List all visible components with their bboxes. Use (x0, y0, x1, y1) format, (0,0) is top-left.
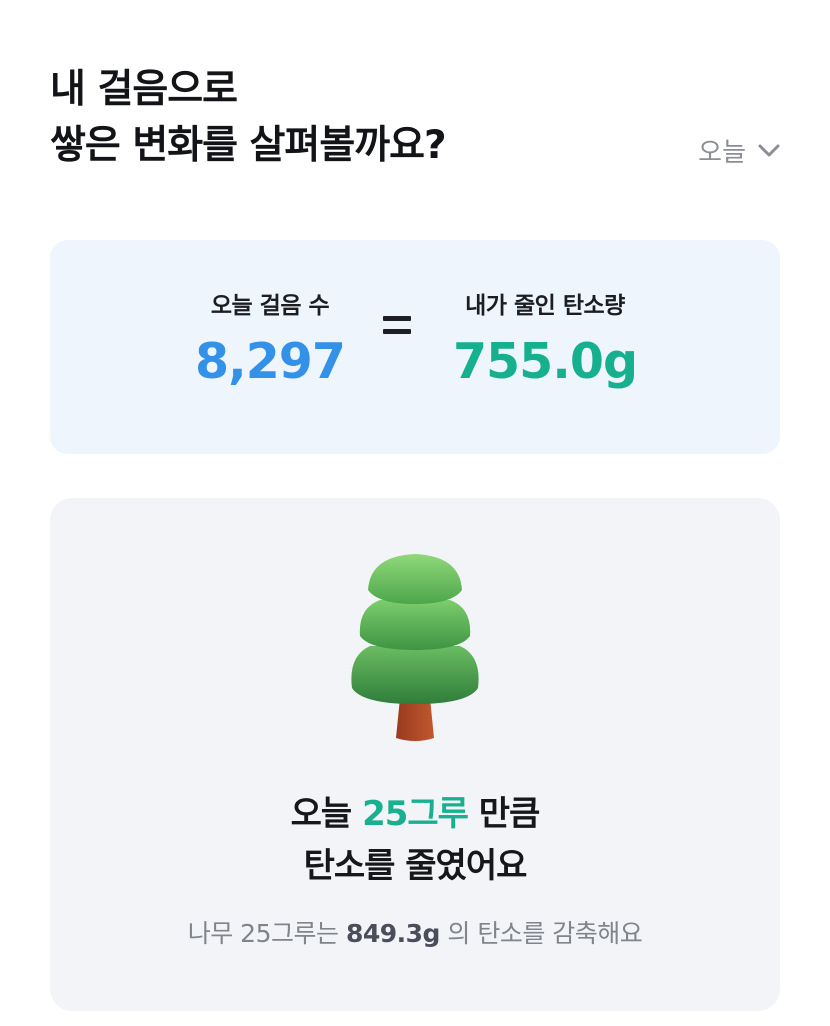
carbon-label: 내가 줄인 탄소량 (465, 293, 625, 319)
chevron-down-icon (758, 144, 780, 156)
message-prefix: 오늘 (290, 794, 363, 834)
period-dropdown[interactable]: 오늘 (698, 132, 780, 169)
tree-carbon-note: 나무 25그루는 849.3g 의 탄소를 감축해요 (50, 916, 780, 952)
reduction-message-line-2: 탄소를 줄였어요 (303, 846, 528, 886)
note-suffix: 의 탄소를 감축해요 (439, 919, 643, 948)
message-suffix: 만큼 (467, 794, 541, 834)
steps-value: 8,297 (195, 333, 346, 390)
steps-label: 오늘 걸음 수 (210, 293, 330, 319)
period-label: 오늘 (698, 138, 746, 168)
header: 내 걸음으로 쌓은 변화를 살펴볼까요? 오늘 (50, 62, 780, 174)
equals-sign (383, 316, 411, 342)
note-value: 849.3g (345, 919, 440, 948)
title-line-1: 내 걸음으로 (50, 67, 238, 112)
reduction-message-line-1: 오늘 25그루 만큼 (50, 790, 780, 838)
tree-count: 25그루 (362, 794, 469, 834)
title-line-2: 쌓은 변화를 살펴볼까요? (50, 123, 447, 168)
page-title: 내 걸음으로 쌓은 변화를 살펴볼까요? (50, 62, 780, 174)
tree-card: 오늘 25그루 만큼 탄소를 줄였어요 나무 25그루는 849.3g 의 탄소… (50, 498, 780, 1011)
carbon-value: 755.0g (452, 333, 638, 390)
tree-icon (351, 554, 479, 741)
carbon-stat: 내가 줄인 탄소량 755.0g (440, 290, 650, 394)
steps-stat: 오늘 걸음 수 8,297 (180, 290, 360, 394)
note-prefix: 나무 25그루는 (187, 919, 346, 948)
stats-card: 오늘 걸음 수 8,297 내가 줄인 탄소량 755.0g (50, 240, 780, 454)
